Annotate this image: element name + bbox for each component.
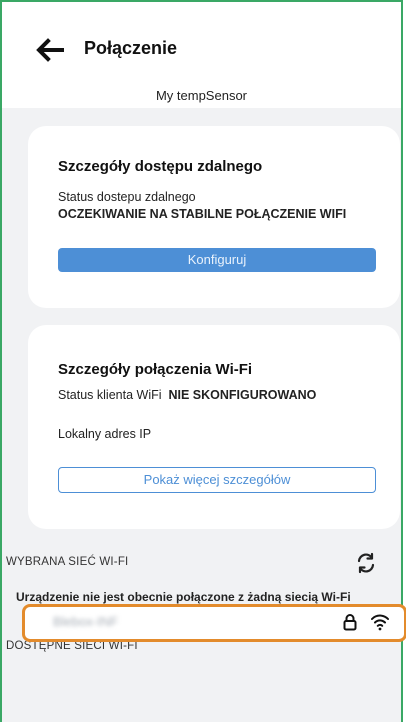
wifi-client-status: Status klienta WiFi NIE SKONFIGUROWANO: [58, 388, 316, 402]
remote-access-status-label: Status dostepu zdalnego: [58, 190, 196, 204]
page-title: Połączenie: [84, 38, 178, 58]
remote-access-card: Szczegóły dostępu zdalnego Status dostep…: [28, 126, 400, 308]
wifi-client-status-value: NIE SKONFIGUROWANO: [168, 388, 317, 402]
device-name: My tempSensor: [2, 84, 401, 108]
selected-network-section-title: WYBRANA SIEĆ WI-FI: [6, 556, 129, 568]
remote-access-status-value: OCZEKIWANIE NA STABILNE POŁĄCZENIE WIFI: [58, 207, 347, 221]
wifi-icon: [371, 614, 389, 631]
network-name: Blebox-INF: [53, 614, 119, 629]
local-ip-label: Lokalny adres IP: [58, 427, 152, 441]
app-header: Połączenie: [2, 2, 401, 84]
wifi-details-title: Szczegóły połączenia Wi-Fi: [58, 361, 253, 378]
back-arrow-icon: [36, 38, 64, 62]
refresh-icon: [357, 552, 375, 574]
network-item[interactable]: Blebox-INF: [22, 604, 406, 642]
wifi-client-status-label: Status klienta WiFi: [58, 388, 162, 402]
more-details-button[interactable]: Pokaż więcej szczegółów: [58, 467, 376, 493]
refresh-button[interactable]: [355, 552, 377, 574]
lock-icon: [343, 614, 357, 631]
wifi-details-card: Szczegóły połączenia Wi-Fi Status klient…: [28, 325, 400, 529]
remote-access-title: Szczegóły dostępu zdalnego: [58, 158, 263, 175]
no-network-message: Urządzenie nie jest obecnie połączone z …: [16, 590, 351, 604]
back-button[interactable]: [34, 38, 64, 62]
configure-button[interactable]: Konfiguruj: [58, 248, 376, 272]
